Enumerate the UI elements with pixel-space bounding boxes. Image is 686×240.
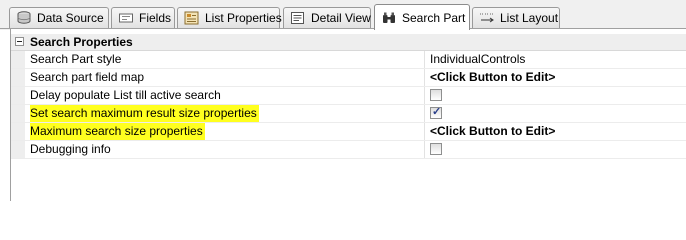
property-row[interactable]: Delay populate List till active search [11, 87, 686, 105]
collapse-icon[interactable] [15, 37, 24, 46]
row-gutter [11, 51, 25, 68]
column-divider[interactable] [424, 105, 425, 122]
checkbox[interactable] [430, 143, 442, 155]
tab-label: Search Part [402, 10, 466, 25]
property-name: Maximum search size properties [30, 123, 205, 140]
checkbox[interactable]: ✓ [430, 106, 442, 119]
list-properties-icon [184, 11, 200, 25]
property-row[interactable]: Set search maximum result size propertie… [11, 105, 686, 123]
detail-view-icon [290, 11, 306, 25]
tab-label: Data Source [37, 11, 104, 25]
category-row[interactable]: Search Properties [11, 34, 686, 51]
column-divider[interactable] [424, 123, 425, 140]
row-gutter [11, 87, 25, 104]
property-row[interactable]: Search part field map <Click Button to E… [11, 69, 686, 87]
fields-icon [118, 11, 134, 25]
binoculars-icon [381, 11, 397, 25]
property-row[interactable]: Debugging info [11, 141, 686, 159]
property-grid-pane: Search Properties Search Part style Indi… [10, 29, 686, 201]
row-gutter [11, 69, 25, 86]
property-name: Set search maximum result size propertie… [30, 105, 259, 122]
edit-button-value[interactable]: <Click Button to Edit> [430, 123, 555, 140]
tab-label: List Properties [205, 11, 282, 25]
column-divider[interactable] [424, 87, 425, 104]
tab-data-source[interactable]: Data Source [9, 7, 109, 28]
category-title: Search Properties [30, 35, 133, 49]
property-name: Search Part style [30, 52, 122, 66]
database-icon [16, 11, 32, 25]
checkbox[interactable] [430, 89, 442, 101]
tab-label: List Layout [500, 11, 559, 25]
checkmark-icon: ✓ [432, 106, 442, 118]
property-name: Debugging info [30, 142, 111, 156]
property-name: Search part field map [30, 70, 145, 84]
column-divider[interactable] [424, 69, 425, 86]
tab-bar: Data Source Fields List Properties Detai… [0, 0, 686, 30]
property-name: Delay populate List till active search [30, 88, 221, 102]
row-gutter [11, 123, 25, 140]
tab-list-layout[interactable]: List Layout [472, 7, 560, 28]
tab-list-properties[interactable]: List Properties [177, 7, 282, 28]
property-row[interactable]: Maximum search size properties <Click Bu… [11, 123, 686, 141]
column-divider[interactable] [424, 51, 425, 68]
property-value[interactable]: IndividualControls [430, 51, 525, 68]
tab-label: Detail View [311, 11, 371, 25]
tab-detail-view[interactable]: Detail View [283, 7, 371, 28]
tab-search-part[interactable]: Search Part [374, 4, 470, 30]
tab-label: Fields [139, 11, 172, 25]
list-layout-icon [479, 11, 495, 25]
tab-fields[interactable]: Fields [111, 7, 175, 28]
row-gutter [11, 141, 25, 158]
column-divider[interactable] [424, 141, 425, 158]
property-grid: Search Properties Search Part style Indi… [11, 34, 686, 159]
edit-button-value[interactable]: <Click Button to Edit> [430, 69, 555, 86]
row-gutter [11, 105, 25, 122]
property-row[interactable]: Search Part style IndividualControls [11, 51, 686, 69]
